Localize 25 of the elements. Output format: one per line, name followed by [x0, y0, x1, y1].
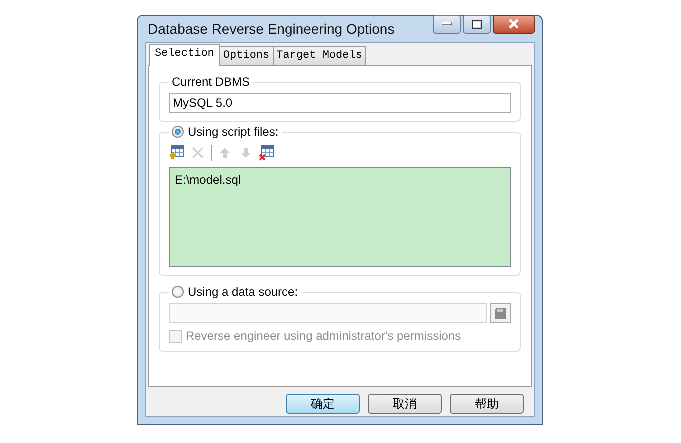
- browse-button[interactable]: [490, 303, 511, 323]
- group-label: Current DBMS: [172, 75, 250, 89]
- file-item[interactable]: E:\model.sql: [175, 173, 505, 187]
- dbms-field[interactable]: MySQL 5.0: [169, 93, 511, 113]
- close-icon: [508, 19, 520, 29]
- radio-button[interactable]: [172, 126, 184, 138]
- tab[interactable]: Selection: [149, 44, 220, 66]
- dialog-button[interactable]: 帮助: [450, 394, 524, 414]
- tab[interactable]: Options: [219, 46, 274, 65]
- database-icon: [494, 306, 507, 320]
- minimize-button[interactable]: [433, 14, 461, 34]
- clear-table-icon[interactable]: [259, 145, 275, 161]
- dialog-button[interactable]: 取消: [368, 394, 442, 414]
- minimize-icon: [442, 22, 452, 26]
- maximize-button[interactable]: [463, 14, 491, 34]
- checkbox-label: Reverse engineer using administrator's permissions: [186, 329, 462, 343]
- close-button[interactable]: [493, 14, 535, 34]
- script-file-list[interactable]: E:\model.sql: [169, 167, 511, 267]
- add-table-icon[interactable]: [169, 145, 185, 161]
- maximize-icon: [472, 20, 482, 28]
- tab[interactable]: Target Models: [272, 46, 366, 65]
- radio-label: Using a data source:: [188, 285, 298, 299]
- window-title: Database Reverse Engineering Options: [147, 21, 396, 37]
- radio-label: Using script files:: [188, 125, 279, 139]
- dialog-button[interactable]: 确定: [286, 394, 360, 414]
